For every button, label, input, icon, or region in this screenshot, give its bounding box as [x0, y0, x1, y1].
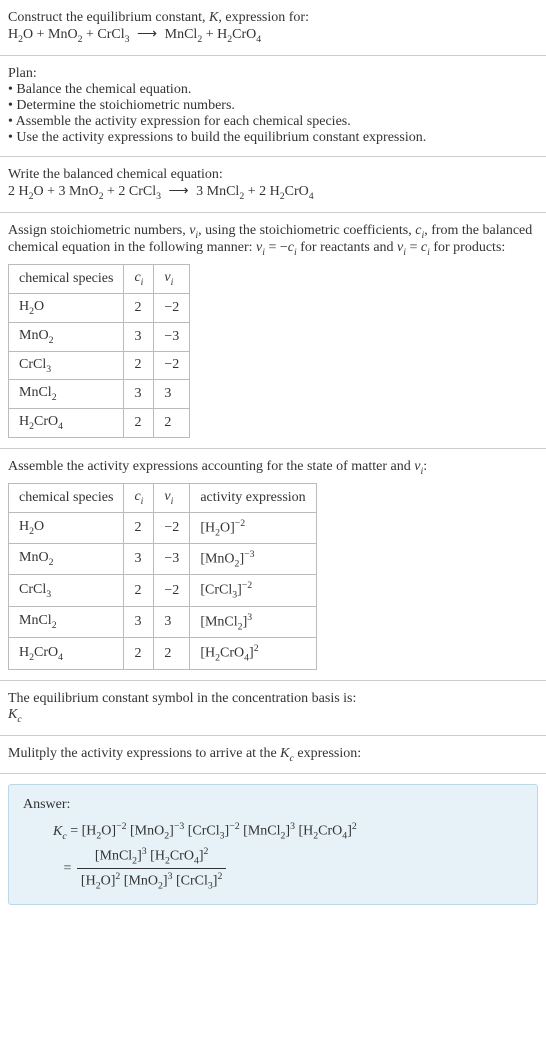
- cell-vi: 3: [154, 606, 190, 637]
- cell-species: H2CrO4: [9, 409, 124, 438]
- cell-species: MnO2: [9, 544, 124, 575]
- activity-section: Assemble the activity expressions accoun…: [0, 449, 546, 681]
- col-vi: νi: [154, 265, 190, 294]
- multiply-section: Mulitply the activity expressions to arr…: [0, 736, 546, 775]
- cell-species: H2CrO4: [9, 638, 124, 669]
- col-ci: ci: [124, 265, 154, 294]
- col-species: chemical species: [9, 265, 124, 294]
- answer-box: Answer: Kc = [H2O]−2 [MnO2]−3 [CrCl3]−2 …: [8, 784, 538, 904]
- symbol-section: The equilibrium constant symbol in the c…: [0, 681, 546, 736]
- col-ci: ci: [124, 483, 154, 512]
- intro-line: Construct the equilibrium constant, K, e…: [8, 10, 538, 26]
- plan-item: • Assemble the activity expression for e…: [8, 114, 538, 130]
- cell-vi: −2: [154, 512, 190, 543]
- intro-section: Construct the equilibrium constant, K, e…: [0, 0, 546, 56]
- multiply-title: Mulitply the activity expressions to arr…: [8, 746, 538, 764]
- cell-ci: 3: [124, 322, 154, 351]
- plan-item: • Balance the chemical equation.: [8, 82, 538, 98]
- table-row: MnCl2 3 3: [9, 380, 190, 409]
- cell-ci: 3: [124, 544, 154, 575]
- cell-ci: 3: [124, 380, 154, 409]
- cell-species: H2O: [9, 293, 124, 322]
- plan-item: • Use the activity expressions to build …: [8, 130, 538, 146]
- table-header-row: chemical species ci νi: [9, 265, 190, 294]
- plan-section: Plan: • Balance the chemical equation. •…: [0, 56, 546, 157]
- table-header-row: chemical species ci νi activity expressi…: [9, 483, 317, 512]
- cell-activity: [MnCl2]3: [190, 606, 316, 637]
- cell-vi: 2: [154, 409, 190, 438]
- stoich-intro: Assign stoichiometric numbers, νi, using…: [8, 223, 538, 259]
- cell-ci: 2: [124, 512, 154, 543]
- cell-species: CrCl3: [9, 351, 124, 380]
- cell-species: MnO2: [9, 322, 124, 351]
- table-row: MnO2 3 −3 [MnO2]−3: [9, 544, 317, 575]
- cell-vi: −2: [154, 293, 190, 322]
- cell-vi: −2: [154, 351, 190, 380]
- cell-ci: 2: [124, 351, 154, 380]
- table-row: CrCl3 2 −2 [CrCl3]−2: [9, 575, 317, 606]
- cell-species: MnCl2: [9, 606, 124, 637]
- cell-ci: 2: [124, 293, 154, 322]
- activity-title: Assemble the activity expressions accoun…: [8, 459, 538, 477]
- balanced-equation: 2 H2O + 3 MnO2 + 2 CrCl3 ⟶ 3 MnCl2 + 2 H…: [8, 183, 538, 202]
- stoich-section: Assign stoichiometric numbers, νi, using…: [0, 213, 546, 449]
- intro-equation: H2O + MnO2 + CrCl3 ⟶ MnCl2 + H2CrO4: [8, 26, 538, 45]
- cell-ci: 2: [124, 638, 154, 669]
- cell-vi: 3: [154, 380, 190, 409]
- answer-eq-line1: Kc = [H2O]−2 [MnO2]−3 [CrCl3]−2 [MnCl2]3…: [53, 821, 523, 841]
- table-row: H2O 2 −2 [H2O]−2: [9, 512, 317, 543]
- cell-vi: −3: [154, 322, 190, 351]
- plan-item: • Determine the stoichiometric numbers.: [8, 98, 538, 114]
- cell-species: H2O: [9, 512, 124, 543]
- cell-activity: [H2CrO4]2: [190, 638, 316, 669]
- balanced-title: Write the balanced chemical equation:: [8, 167, 538, 183]
- stoich-table: chemical species ci νi H2O 2 −2 MnO2 3 −…: [8, 264, 190, 438]
- table-row: H2CrO4 2 2 [H2CrO4]2: [9, 638, 317, 669]
- table-row: H2CrO4 2 2: [9, 409, 190, 438]
- answer-section: Answer: Kc = [H2O]−2 [MnO2]−3 [CrCl3]−2 …: [0, 774, 546, 914]
- col-activity: activity expression: [190, 483, 316, 512]
- table-row: H2O 2 −2: [9, 293, 190, 322]
- answer-eq-block: Kc = [H2O]−2 [MnO2]−3 [CrCl3]−2 [MnCl2]3…: [23, 821, 523, 891]
- cell-vi: −2: [154, 575, 190, 606]
- cell-species: CrCl3: [9, 575, 124, 606]
- cell-ci: 2: [124, 409, 154, 438]
- table-row: CrCl3 2 −2: [9, 351, 190, 380]
- answer-eq-line2: = [MnCl2]3 [H2CrO4]2 [H2O]2 [MnO2]3 [CrC…: [53, 846, 523, 892]
- col-species: chemical species: [9, 483, 124, 512]
- cell-activity: [MnO2]−3: [190, 544, 316, 575]
- table-row: MnCl2 3 3 [MnCl2]3: [9, 606, 317, 637]
- cell-activity: [H2O]−2: [190, 512, 316, 543]
- cell-vi: 2: [154, 638, 190, 669]
- balanced-section: Write the balanced chemical equation: 2 …: [0, 157, 546, 213]
- plan-title: Plan:: [8, 66, 538, 82]
- cell-activity: [CrCl3]−2: [190, 575, 316, 606]
- cell-ci: 3: [124, 606, 154, 637]
- answer-label: Answer:: [23, 797, 523, 813]
- col-vi: νi: [154, 483, 190, 512]
- activity-table: chemical species ci νi activity expressi…: [8, 483, 317, 670]
- cell-ci: 2: [124, 575, 154, 606]
- table-row: MnO2 3 −3: [9, 322, 190, 351]
- cell-species: MnCl2: [9, 380, 124, 409]
- symbol-kc: Kc: [8, 707, 538, 725]
- symbol-line: The equilibrium constant symbol in the c…: [8, 691, 538, 707]
- cell-vi: −3: [154, 544, 190, 575]
